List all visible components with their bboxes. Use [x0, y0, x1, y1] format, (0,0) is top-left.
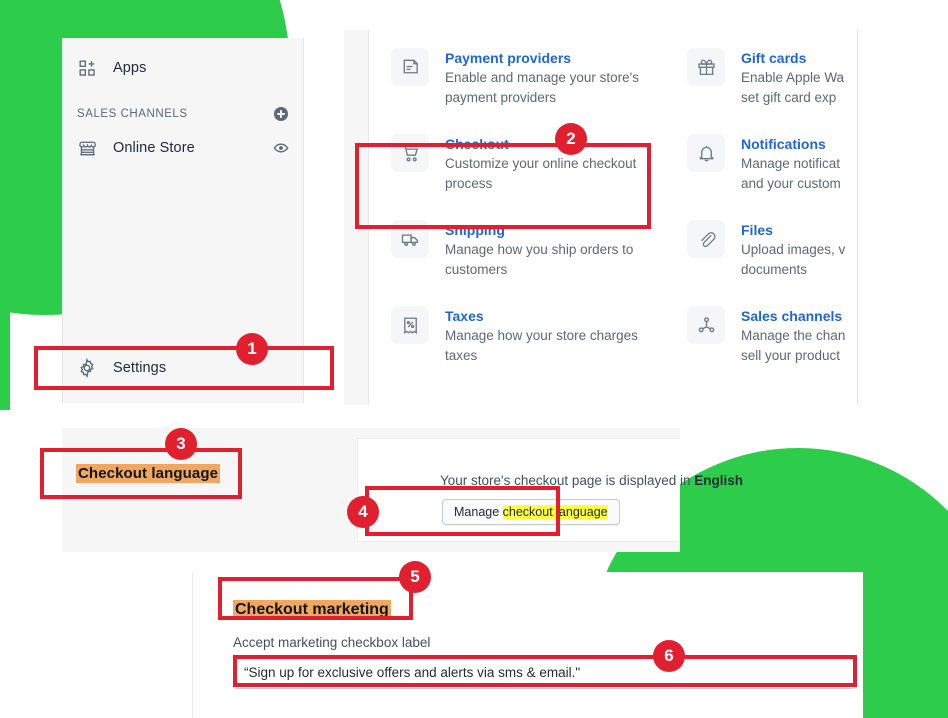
checkout-marketing-section: Checkout marketing Accept marketing chec…: [192, 572, 863, 718]
settings-item-desc-line2: documents: [741, 262, 808, 277]
settings-item-desc-line2: set gift card exp: [741, 90, 837, 105]
annotation-badge-6: 6: [653, 640, 685, 672]
settings-item-desc: Manage notificat and your custom: [741, 154, 841, 194]
gear-icon: [77, 358, 97, 378]
manage-button-prefix: Manage: [454, 505, 503, 519]
sidebar-item-apps-label: Apps: [113, 60, 147, 76]
bell-icon: [687, 134, 725, 172]
settings-item-payment-providers[interactable]: Payment providers Enable and manage your…: [391, 48, 687, 134]
settings-item-desc: Manage the chan sell your product: [741, 326, 845, 366]
settings-item-desc-line1: Enable Apple Wa: [741, 70, 845, 85]
settings-item-title: Sales channels: [741, 308, 843, 324]
checkout-language-heading: Checkout language: [76, 464, 221, 483]
sidebar-section-title: SALES CHANNELS: [77, 108, 188, 120]
checkout-language-section: Checkout language Your store's checkout …: [62, 428, 743, 552]
checkout-language-status-prefix: Your store's checkout page is displayed …: [440, 473, 695, 488]
gift-icon: [687, 48, 725, 86]
settings-item-title: Notifications: [741, 136, 826, 152]
sidebar-item-apps[interactable]: Apps: [63, 48, 303, 88]
settings-item-desc: Manage how your store charges taxes: [445, 328, 638, 363]
accept-marketing-checkbox-input[interactable]: “Sign up for exclusive offers and alerts…: [233, 656, 855, 689]
payment-card-icon: [391, 48, 429, 86]
screenshot-root: Apps SALES CHANNELS Online Store Setting…: [0, 0, 948, 718]
eye-icon[interactable]: [273, 140, 289, 156]
accept-marketing-checkbox-value: “Sign up for exclusive offers and alerts…: [244, 665, 581, 680]
checkout-language-value: English: [694, 473, 743, 488]
settings-page-background: Payment providers Enable and manage your…: [344, 30, 858, 405]
tax-receipt-icon: [391, 306, 429, 344]
settings-item-desc-line1: Manage notificat: [741, 156, 841, 171]
settings-item-title: Shipping: [445, 222, 505, 238]
settings-item-desc-line2: sell your product: [741, 348, 841, 363]
manage-button-highlight: checkout language: [502, 505, 608, 519]
storefront-icon: [77, 138, 97, 158]
sidebar-item-settings-label: Settings: [113, 360, 167, 376]
settings-item-files[interactable]: Files Upload images, v documents: [687, 220, 857, 306]
apps-grid-plus-icon: [77, 58, 97, 78]
settings-item-taxes[interactable]: Taxes Manage how your store charges taxe…: [391, 306, 687, 392]
settings-item-desc-line2: and your custom: [741, 176, 841, 191]
checkout-language-status-text: Your store's checkout page is displayed …: [440, 473, 743, 488]
delivery-truck-icon: [391, 220, 429, 258]
settings-item-desc: Upload images, v documents: [741, 240, 845, 280]
checkout-marketing-heading: Checkout marketing: [233, 600, 391, 620]
annotation-badge-4: 4: [347, 496, 379, 528]
settings-item-desc: Manage how you ship orders to customers: [445, 242, 634, 277]
shopping-cart-icon: [391, 134, 429, 172]
sidebar-item-online-store[interactable]: Online Store: [63, 128, 303, 168]
plus-circle-icon[interactable]: [273, 106, 289, 122]
settings-item-notifications[interactable]: Notifications Manage notificat and your …: [687, 134, 857, 220]
settings-item-desc: Customize your online checkout process: [445, 156, 637, 191]
manage-checkout-language-button[interactable]: Manage checkout language: [442, 499, 620, 525]
settings-item-title: Payment providers: [445, 50, 572, 66]
annotation-badge-2: 2: [555, 123, 587, 155]
annotation-badge-5: 5: [399, 561, 431, 593]
settings-item-desc-line1: Upload images, v: [741, 242, 846, 257]
sidebar-item-online-store-label: Online Store: [113, 140, 195, 156]
settings-item-title: Gift cards: [741, 50, 807, 66]
sidebar-section-sales-channels: SALES CHANNELS: [63, 100, 303, 128]
settings-item-title: Checkout: [445, 136, 509, 152]
settings-item-checkout[interactable]: Checkout Customize your online checkout …: [391, 134, 687, 220]
decorative-green-block-left: [0, 60, 10, 410]
settings-item-sales-channels[interactable]: Sales channels Manage the chan sell your…: [687, 306, 857, 392]
settings-item-desc: Enable Apple Wa set gift card exp: [741, 68, 844, 108]
settings-item-desc-line1: Manage the chan: [741, 328, 846, 343]
settings-card: Payment providers Enable and manage your…: [368, 30, 858, 405]
settings-item-gift-cards[interactable]: Gift cards Enable Apple Wa set gift card…: [687, 48, 857, 134]
paperclip-icon: [687, 220, 725, 258]
annotation-badge-3: 3: [165, 428, 197, 460]
settings-item-desc: Enable and manage your store's payment p…: [445, 70, 639, 105]
settings-item-title: Files: [741, 222, 773, 238]
sales-channel-network-icon: [687, 306, 725, 344]
accept-marketing-checkbox-label: Accept marketing checkbox label: [233, 635, 431, 650]
checkout-language-card: Your store's checkout page is displayed …: [357, 438, 743, 542]
annotation-badge-1: 1: [236, 333, 268, 365]
settings-item-shipping[interactable]: Shipping Manage how you ship orders to c…: [391, 220, 687, 306]
settings-item-title: Taxes: [445, 308, 484, 324]
